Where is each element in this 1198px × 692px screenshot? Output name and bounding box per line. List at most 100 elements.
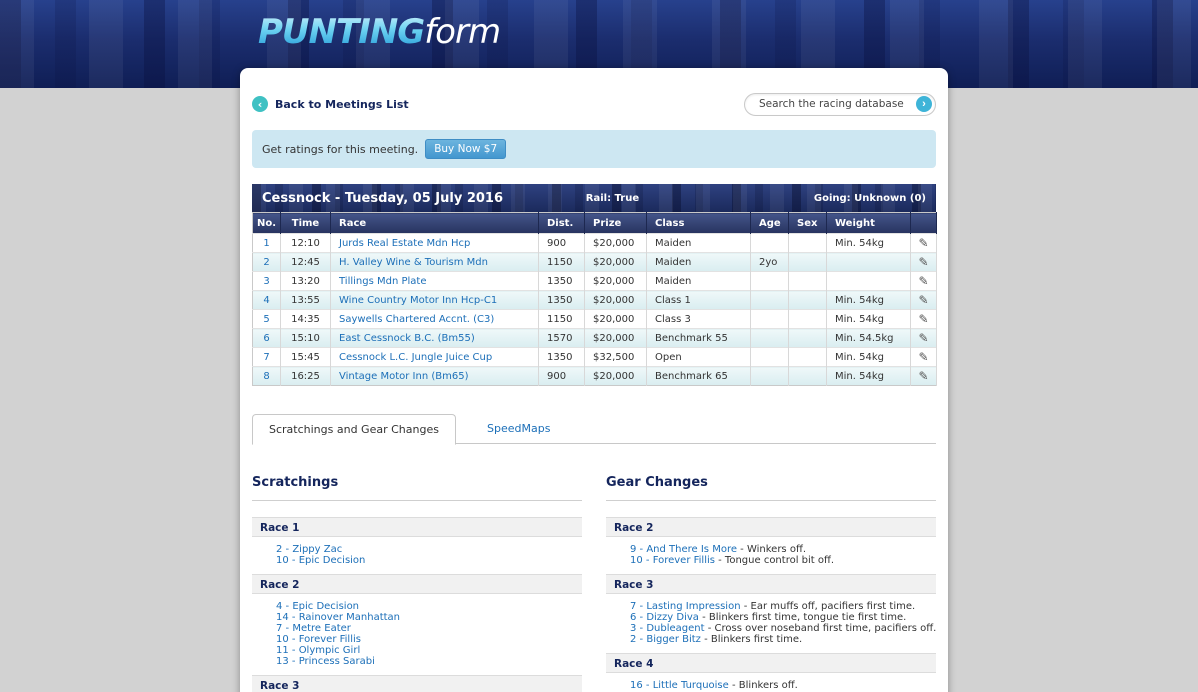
- column-header: Time: [281, 213, 331, 234]
- puntingform-logo[interactable]: PUNTINGform: [258, 12, 500, 52]
- race-group: Race 3 7 - Lasting Impression - Ear muff…: [606, 574, 936, 653]
- race-weight: Min. 54kg: [827, 234, 911, 253]
- horse-link[interactable]: 2 - Bigger Bitz: [630, 634, 701, 645]
- race-number-link[interactable]: 2: [263, 257, 269, 268]
- race-group: Race 2 4 - Epic Decision14 - Rainover Ma…: [252, 574, 582, 675]
- horse-link[interactable]: 4 - Epic Decision: [276, 601, 359, 612]
- edit-pencil-icon[interactable]: ✎: [918, 350, 928, 364]
- race-name-link[interactable]: H. Valley Wine & Tourism Mdn: [339, 257, 488, 268]
- race-time: 12:45: [281, 253, 331, 272]
- race-name-link[interactable]: Wine Country Motor Inn Hcp-C1: [339, 295, 497, 306]
- race-number-link[interactable]: 1: [263, 238, 269, 249]
- list-item: 13 - Princess Sarabi: [276, 656, 582, 667]
- race-group-items: 7 - Lasting Impression - Ear muffs off, …: [606, 594, 936, 653]
- horse-link[interactable]: 6 - Dizzy Diva: [630, 612, 699, 623]
- race-prize: $20,000: [585, 234, 647, 253]
- table-row: 2 12:45 H. Valley Wine & Tourism Mdn 115…: [253, 253, 937, 272]
- edit-pencil-icon[interactable]: ✎: [918, 369, 928, 383]
- race-group-items: 4 - Epic Decision14 - Rainover Manhattan…: [252, 594, 582, 675]
- race-name-link[interactable]: Cessnock L.C. Jungle Juice Cup: [339, 352, 492, 363]
- horse-link[interactable]: 16 - Little Turquoise: [630, 680, 729, 691]
- column-header: Sex: [789, 213, 827, 234]
- lower-sections: Scratchings Race 1 2 - Zippy Zac10 - Epi…: [252, 475, 936, 692]
- horse-link[interactable]: 2 - Zippy Zac: [276, 544, 342, 555]
- race-class: Maiden: [647, 234, 751, 253]
- horse-link[interactable]: 9 - And There Is More: [630, 544, 737, 555]
- meeting-header-bar: Cessnock - Tuesday, 05 July 2016 Rail: T…: [252, 184, 936, 212]
- race-name-link[interactable]: Saywells Chartered Accnt. (C3): [339, 314, 494, 325]
- list-item: 2 - Zippy Zac: [276, 544, 582, 555]
- race-weight: Min. 54kg: [827, 291, 911, 310]
- horse-link[interactable]: 11 - Olympic Girl: [276, 645, 360, 656]
- race-time: 13:55: [281, 291, 331, 310]
- column-header: No.: [253, 213, 281, 234]
- column-header-edit: [911, 213, 937, 234]
- horse-link[interactable]: 3 - Dubleagent: [630, 623, 705, 634]
- tab-scratchings-gear[interactable]: Scratchings and Gear Changes: [252, 414, 456, 445]
- buy-now-button[interactable]: Buy Now $7: [425, 139, 506, 159]
- table-row: 3 13:20 Tillings Mdn Plate 1350 $20,000 …: [253, 272, 937, 291]
- race-name-link[interactable]: Jurds Real Estate Mdn Hcp: [339, 238, 470, 249]
- search-input[interactable]: [759, 98, 916, 110]
- race-distance: 900: [539, 367, 585, 386]
- edit-pencil-icon[interactable]: ✎: [918, 255, 928, 269]
- horse-link[interactable]: 10 - Epic Decision: [276, 555, 365, 566]
- table-row: 5 14:35 Saywells Chartered Accnt. (C3) 1…: [253, 310, 937, 329]
- edit-pencil-icon[interactable]: ✎: [918, 236, 928, 250]
- horse-link[interactable]: 10 - Forever Fillis: [630, 555, 715, 566]
- race-name-link[interactable]: Vintage Motor Inn (Bm65): [339, 371, 468, 382]
- gear-changes-column: Gear Changes Race 2 9 - And There Is Mor…: [606, 475, 936, 692]
- race-prize: $32,500: [585, 348, 647, 367]
- gear-note: - Ear muffs off, pacifiers first time.: [741, 601, 916, 612]
- horse-link[interactable]: 10 - Forever Fillis: [276, 634, 361, 645]
- horse-link[interactable]: 7 - Metre Eater: [276, 623, 351, 634]
- race-number-link[interactable]: 6: [263, 333, 269, 344]
- edit-pencil-icon[interactable]: ✎: [918, 293, 928, 307]
- race-number-link[interactable]: 4: [263, 295, 269, 306]
- column-header: Weight: [827, 213, 911, 234]
- edit-pencil-icon[interactable]: ✎: [918, 312, 928, 326]
- race-group-items: 9 - And There Is More - Winkers off.10 -…: [606, 537, 936, 574]
- race-group-header: Race 4: [606, 653, 936, 673]
- race-class: Open: [647, 348, 751, 367]
- horse-link[interactable]: 13 - Princess Sarabi: [276, 656, 375, 667]
- table-row: 6 15:10 East Cessnock B.C. (Bm55) 1570 $…: [253, 329, 937, 348]
- race-sex: [789, 272, 827, 291]
- column-header: Prize: [585, 213, 647, 234]
- divider: [252, 500, 582, 501]
- race-weight: [827, 253, 911, 272]
- edit-pencil-icon[interactable]: ✎: [918, 274, 928, 288]
- column-header: Age: [751, 213, 789, 234]
- race-group: Race 2 9 - And There Is More - Winkers o…: [606, 517, 936, 574]
- search-submit-icon[interactable]: ›: [916, 96, 932, 112]
- list-item: 4 - Epic Decision: [276, 601, 582, 612]
- list-item: 11 - Olympic Girl: [276, 645, 582, 656]
- horse-link[interactable]: 7 - Lasting Impression: [630, 601, 741, 612]
- gear-note: - Blinkers first time.: [701, 634, 802, 645]
- race-distance: 1350: [539, 291, 585, 310]
- horse-link[interactable]: 14 - Rainover Manhattan: [276, 612, 400, 623]
- race-group: Race 1 2 - Zippy Zac10 - Epic Decision: [252, 517, 582, 574]
- race-name-link[interactable]: East Cessnock B.C. (Bm55): [339, 333, 475, 344]
- race-number-link[interactable]: 3: [263, 276, 269, 287]
- edit-pencil-icon[interactable]: ✎: [918, 331, 928, 345]
- back-to-meetings-link[interactable]: ‹ Back to Meetings List: [252, 96, 409, 112]
- race-name-link[interactable]: Tillings Mdn Plate: [339, 276, 427, 287]
- gear-note: - Blinkers first time, tongue tie first …: [699, 612, 906, 623]
- race-time: 15:45: [281, 348, 331, 367]
- race-age: 2yo: [751, 253, 789, 272]
- list-item: 7 - Metre Eater: [276, 623, 582, 634]
- race-number-link[interactable]: 7: [263, 352, 269, 363]
- list-item: 10 - Forever Fillis - Tongue control bit…: [630, 555, 936, 566]
- list-item: 14 - Rainover Manhattan: [276, 612, 582, 623]
- race-number-link[interactable]: 5: [263, 314, 269, 325]
- search-box: ›: [744, 93, 936, 116]
- scratchings-column: Scratchings Race 1 2 - Zippy Zac10 - Epi…: [252, 475, 582, 692]
- ratings-banner-text: Get ratings for this meeting.: [262, 143, 418, 156]
- race-group-header: Race 1: [252, 517, 582, 537]
- race-time: 15:10: [281, 329, 331, 348]
- tab-speedmaps[interactable]: SpeedMaps: [487, 422, 550, 435]
- race-sex: [789, 348, 827, 367]
- race-group-header: Race 3: [606, 574, 936, 594]
- race-number-link[interactable]: 8: [263, 371, 269, 382]
